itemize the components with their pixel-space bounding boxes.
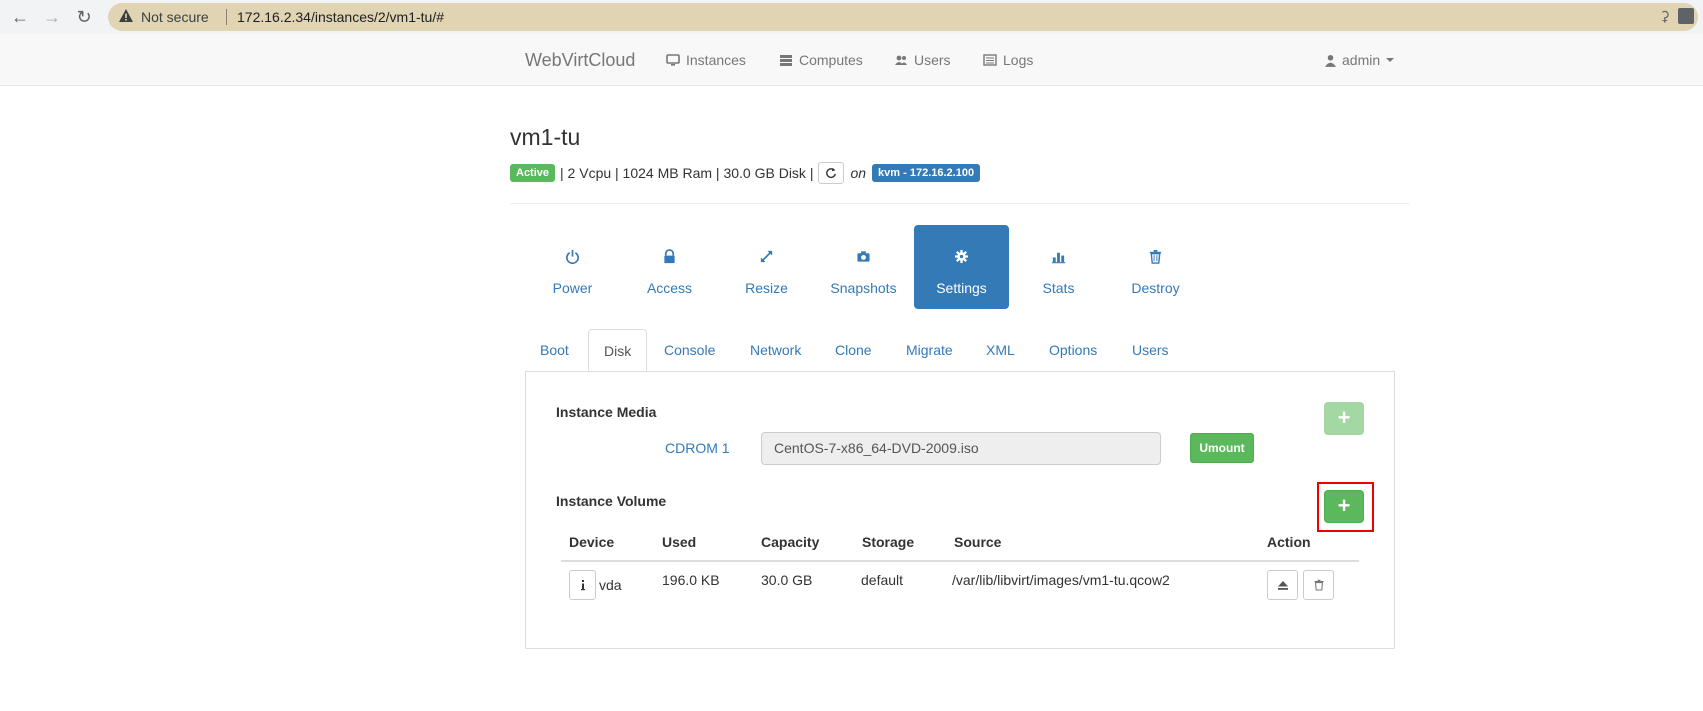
cdrom-label[interactable]: CDROM 1 xyxy=(665,440,730,456)
nav-item-computes[interactable]: Computes xyxy=(779,52,863,68)
cdrom-image-field[interactable]: CentOS-7-x86_64-DVD-2009.iso xyxy=(761,432,1161,465)
action-label: Settings xyxy=(936,280,987,296)
security-label: Not secure xyxy=(141,9,209,25)
nav-label: Computes xyxy=(799,52,863,68)
lock-icon xyxy=(664,249,675,264)
eject-icon xyxy=(1277,581,1288,590)
action-label: Resize xyxy=(745,280,788,296)
user-name: admin xyxy=(1342,52,1381,68)
on-label: on xyxy=(850,165,867,181)
action-label: Snapshots xyxy=(830,280,897,296)
tab-boot[interactable]: Boot xyxy=(525,329,584,371)
translate-icon[interactable] xyxy=(1678,8,1694,24)
address-bar[interactable]: Not secure 172.16.2.34/instances/2/vm1-t… xyxy=(108,3,1698,31)
tab-migrate[interactable]: Migrate xyxy=(891,329,968,371)
tab-clone[interactable]: Clone xyxy=(820,329,887,371)
caret-down-icon xyxy=(1386,58,1395,62)
instance-volume-title: Instance Volume xyxy=(556,493,667,509)
refresh-icon xyxy=(826,167,837,179)
page-title: vm1-tu xyxy=(510,124,581,150)
server-icon xyxy=(780,55,792,66)
highlight-box xyxy=(1317,482,1374,532)
status-badge: Active xyxy=(510,164,556,182)
nav-item-users[interactable]: Users xyxy=(894,52,951,68)
tab-disk[interactable]: Disk xyxy=(588,329,648,371)
nav-label: Users xyxy=(914,52,951,68)
action-access[interactable]: Access xyxy=(622,225,717,309)
instance-summary: Active | 2 Vcpu | 1024 MB Ram | 30.0 GB … xyxy=(510,162,981,184)
tab-users[interactable]: Users xyxy=(1117,329,1184,371)
divider xyxy=(510,203,1410,204)
volume-info-button[interactable] xyxy=(569,570,596,600)
add-media-button[interactable]: + xyxy=(1324,402,1364,435)
action-settings[interactable]: Settings xyxy=(914,225,1009,309)
warning-icon xyxy=(119,9,133,22)
refresh-button[interactable] xyxy=(818,162,845,184)
brand-link[interactable]: WebVirtCloud xyxy=(525,50,635,71)
action-resize[interactable]: Resize xyxy=(719,225,814,309)
column-header-device: Device xyxy=(569,534,615,550)
trash-icon xyxy=(1314,579,1323,591)
tab-xml[interactable]: XML xyxy=(971,329,1030,371)
top-navbar: WebVirtCloud Instances Computes Users Lo… xyxy=(0,34,1703,86)
column-header-capacity: Capacity xyxy=(761,534,820,550)
umount-button[interactable]: Umount xyxy=(1190,433,1254,463)
user-icon xyxy=(1325,54,1336,67)
camera-icon xyxy=(857,251,870,262)
column-header-source: Source xyxy=(954,534,1002,550)
delete-volume-button[interactable] xyxy=(1303,570,1334,600)
gear-icon xyxy=(954,249,969,264)
table-header-divider xyxy=(561,560,1359,562)
column-header-used: Used xyxy=(662,534,697,550)
nav-item-logs[interactable]: Logs xyxy=(983,52,1033,68)
nav-label: Logs xyxy=(1003,52,1034,68)
trash-icon xyxy=(1149,249,1162,264)
instance-media-title: Instance Media xyxy=(556,404,657,420)
nav-item-instances[interactable]: Instances xyxy=(666,52,746,68)
key-icon[interactable]: ⚳ xyxy=(1660,8,1670,25)
tab-console[interactable]: Console xyxy=(649,329,730,371)
volume-storage: default xyxy=(861,572,904,588)
action-destroy[interactable]: Destroy xyxy=(1108,225,1203,309)
url-text: 172.16.2.34/instances/2/vm1-tu/# xyxy=(237,9,445,25)
tab-options[interactable]: Options xyxy=(1034,329,1112,371)
action-power[interactable]: Power xyxy=(525,225,620,309)
power-icon xyxy=(566,249,579,264)
users-icon xyxy=(895,55,907,65)
column-header-storage: Storage xyxy=(862,534,915,550)
action-snapshots[interactable]: Snapshots xyxy=(816,225,911,309)
user-menu[interactable]: admin xyxy=(1325,52,1395,68)
column-header-action: Action xyxy=(1267,534,1311,550)
stats-icon xyxy=(1051,252,1066,264)
list-icon xyxy=(983,54,997,66)
action-label: Access xyxy=(646,280,693,296)
instance-specs: | 2 Vcpu | 1024 MB Ram | 30.0 GB Disk | xyxy=(560,165,814,181)
volume-source: /var/lib/libvirt/images/vm1-tu.qcow2 xyxy=(952,572,1170,588)
url-separator xyxy=(226,9,227,25)
back-icon[interactable]: ← xyxy=(9,6,31,28)
action-stats[interactable]: Stats xyxy=(1011,225,1106,309)
forward-icon[interactable]: → xyxy=(41,6,63,28)
volume-capacity: 30.0 GB xyxy=(761,572,813,588)
volume-device: vda xyxy=(599,577,622,593)
detach-volume-button[interactable] xyxy=(1267,570,1298,600)
nav-label: Instances xyxy=(686,52,746,68)
action-label: Stats xyxy=(1042,280,1075,296)
desktop-icon xyxy=(666,54,680,66)
action-label: Destroy xyxy=(1131,280,1180,296)
browser-toolbar: ← → ↻ Not secure 172.16.2.34/instances/2… xyxy=(0,0,1703,34)
host-badge[interactable]: kvm - 172.16.2.100 xyxy=(872,164,981,182)
resize-icon xyxy=(760,250,773,263)
reload-icon[interactable]: ↻ xyxy=(73,6,95,28)
action-label: Power xyxy=(552,280,593,296)
volume-used: 196.0 KB xyxy=(662,572,720,588)
info-icon xyxy=(580,580,585,591)
tab-network[interactable]: Network xyxy=(735,329,816,371)
